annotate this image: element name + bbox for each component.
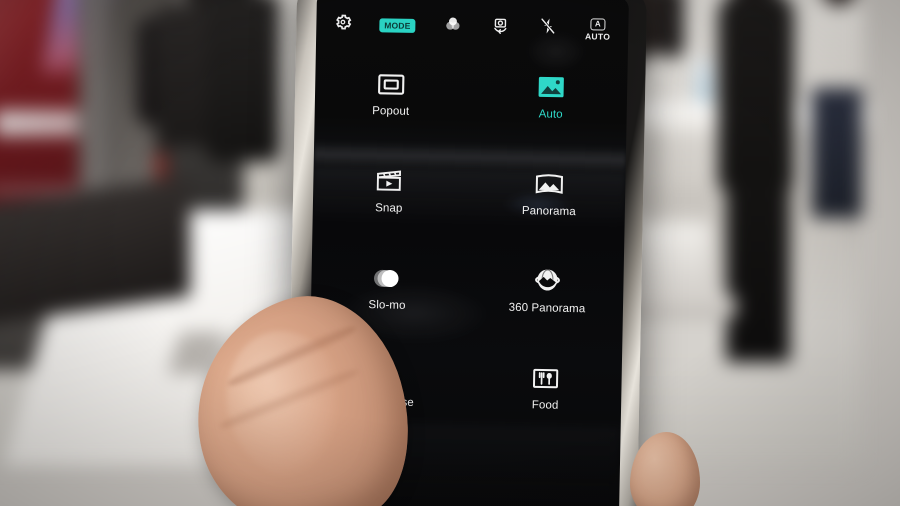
mode-label: Food	[531, 399, 559, 412]
panorama-icon	[533, 166, 566, 197]
mode-item-popout[interactable]: Popout	[342, 66, 441, 119]
auto-label: AUTO	[584, 30, 611, 42]
mode-label: Auto	[538, 108, 563, 121]
mode-chip-icon: MODE	[379, 18, 416, 34]
filters-button[interactable]	[443, 15, 462, 39]
mode-button[interactable]: MODE	[379, 18, 416, 34]
mode-item-auto[interactable]: Auto	[502, 69, 601, 122]
popout-icon	[376, 66, 407, 97]
mode-grid-row: Snap Panorama	[313, 162, 626, 219]
water-bottle	[697, 60, 711, 102]
visitor-3-legs	[726, 182, 790, 362]
banner-logo	[0, 110, 80, 136]
mode-item-panorama[interactable]: Panorama	[500, 166, 599, 219]
cutlery-icon	[530, 360, 561, 391]
auto-badge-icon: A	[589, 17, 606, 31]
visitor-4-top	[806, 0, 864, 96]
mode-label: Panorama	[521, 205, 576, 219]
settings-button[interactable]	[334, 13, 352, 35]
mode-label: Popout	[372, 105, 410, 118]
slomo-circles-icon	[371, 260, 404, 291]
mode-item-food[interactable]: Food	[496, 360, 595, 413]
mode-item-snap[interactable]: Snap	[340, 163, 439, 216]
gear-icon	[334, 13, 352, 35]
auto-mode-button[interactable]: A AUTO	[584, 17, 611, 42]
visitor-4-legs	[812, 88, 862, 218]
mode-item-360-panorama[interactable]: 360 Panorama	[498, 263, 597, 316]
clapperboard-icon	[374, 163, 405, 194]
camera-switch-button[interactable]	[490, 15, 510, 40]
flash-button[interactable]	[538, 16, 557, 40]
color-filters-icon	[443, 15, 462, 39]
sphere-icon	[532, 263, 563, 294]
mode-label: Snap	[375, 202, 403, 215]
visitor-3-body	[718, 0, 794, 190]
banner-streak	[0, 0, 90, 90]
photo-icon	[536, 69, 567, 100]
crowd-figure	[660, 0, 684, 58]
flash-off-icon	[538, 16, 557, 40]
mode-label: 360 Panorama	[508, 301, 586, 316]
mode-item-slomo[interactable]: Slo-mo	[338, 260, 437, 313]
visitor-2-body	[206, 0, 280, 162]
mode-label: Slo-mo	[368, 299, 406, 312]
mode-grid-row: Popout Auto	[315, 65, 628, 122]
mode-grid-row: Slo-mo 360 Panorama	[311, 259, 624, 316]
screenshot-stage: MODE A AUTO Popout Auto Snap Panorama Sl…	[0, 0, 900, 506]
camera-top-toolbar: MODE A AUTO	[316, 7, 629, 47]
camera-rotate-icon	[490, 15, 510, 40]
